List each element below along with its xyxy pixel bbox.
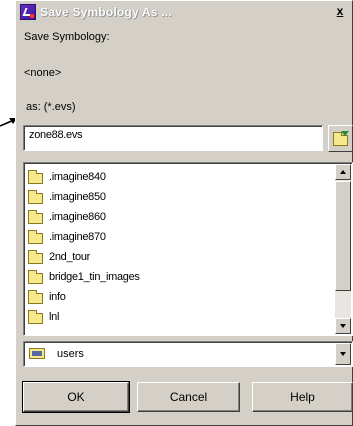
browse-folder-button[interactable] — [328, 125, 353, 152]
file-list[interactable]: .imagine840 .imagine850 .imagine860 .imagin… — [23, 162, 353, 336]
scroll-thumb[interactable] — [335, 181, 351, 291]
drive-folder-icon — [29, 348, 45, 359]
list-item[interactable]: .imagine850 — [28, 187, 334, 207]
list-item[interactable]: bridge1_tin_images — [28, 267, 334, 287]
vertical-scrollbar[interactable] — [335, 164, 351, 334]
combo-dropdown-button[interactable] — [335, 343, 351, 365]
list-item-label: lnl — [49, 311, 60, 323]
folder-icon — [28, 310, 43, 324]
directory-combo[interactable]: users — [23, 341, 353, 367]
list-item-label: info — [49, 291, 66, 303]
list-item-label: .imagine850 — [49, 191, 106, 203]
list-item-label: .imagine860 — [49, 211, 106, 223]
list-item-label: bridge1_tin_images — [49, 271, 140, 283]
file-filter-label: as: (*.evs) — [26, 101, 76, 113]
ok-button[interactable]: OK — [22, 381, 130, 413]
list-item[interactable]: .imagine870 — [28, 227, 334, 247]
scroll-up-button[interactable] — [335, 164, 351, 180]
folder-icon — [28, 250, 43, 264]
save-symbology-dialog: Save Symbology As ... x Save Symbology: … — [15, 0, 353, 426]
directory-combo-value: users — [57, 348, 84, 360]
list-item-label: .imagine840 — [49, 171, 106, 183]
app-icon — [20, 3, 36, 20]
current-symbology-value: <none> — [24, 67, 62, 79]
folder-icon — [28, 210, 43, 224]
scroll-down-button[interactable] — [335, 318, 351, 334]
folder-icon — [28, 190, 43, 204]
list-item[interactable]: info — [28, 287, 334, 307]
folder-icon — [28, 270, 43, 284]
folder-icon — [28, 290, 43, 304]
help-button[interactable]: Help — [252, 382, 353, 412]
folder-icon — [333, 132, 348, 146]
list-item-label: .imagine870 — [49, 231, 106, 243]
window-title: Save Symbology As ... — [40, 4, 172, 19]
list-item[interactable]: 2nd_tour — [28, 247, 334, 267]
filename-input[interactable]: zone88.evs — [23, 125, 323, 151]
title-bar[interactable]: Save Symbology As ... x — [17, 2, 351, 21]
list-item[interactable]: .imagine840 — [28, 167, 334, 187]
list-item[interactable]: .imagine860 — [28, 207, 334, 227]
close-button[interactable]: x — [332, 4, 348, 18]
list-item[interactable]: lnl — [28, 307, 334, 327]
folder-icon — [28, 170, 43, 184]
save-symbology-label: Save Symbology: — [24, 31, 110, 43]
green-arrow-icon — [341, 131, 349, 136]
cancel-button[interactable]: Cancel — [137, 382, 240, 412]
list-item-label: 2nd_tour — [49, 251, 91, 263]
folder-icon — [28, 230, 43, 244]
